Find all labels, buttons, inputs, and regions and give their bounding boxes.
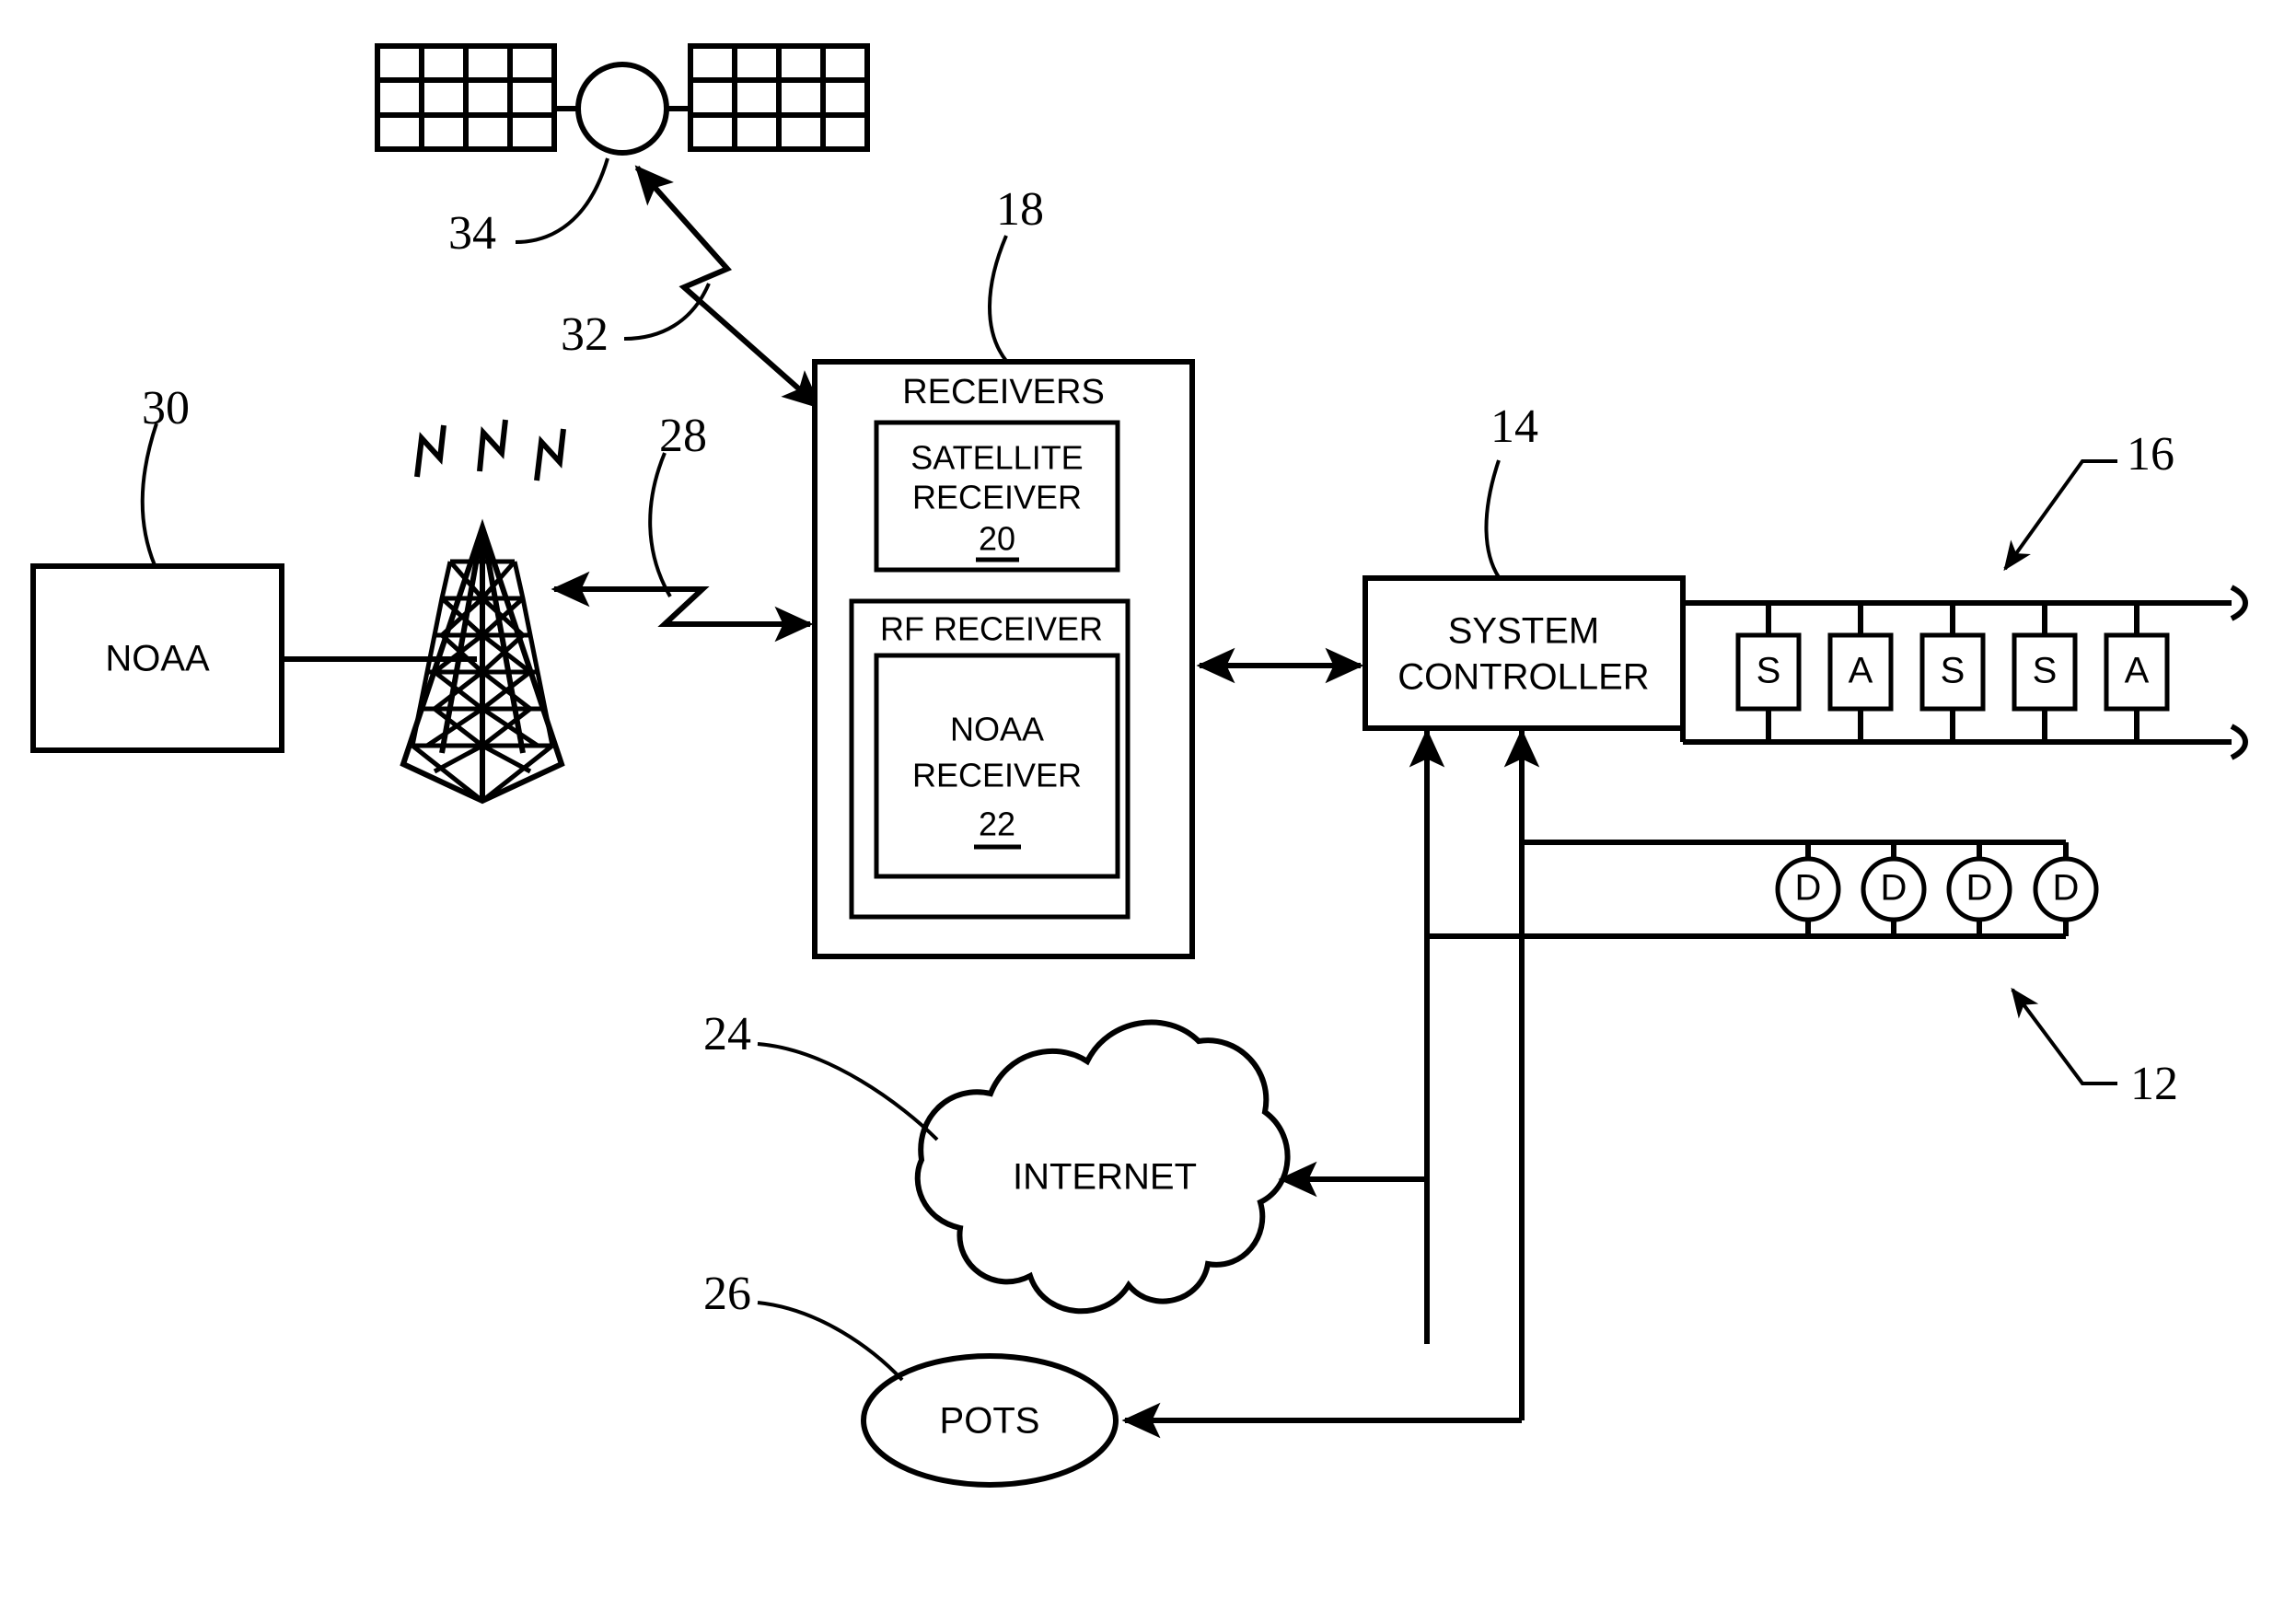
satellite-receiver-ref: 20 xyxy=(979,520,1015,558)
satellite-receiver-label-line1: SATELLITE xyxy=(910,439,1083,477)
device-node-badge: D xyxy=(1966,868,1993,909)
internet-cloud-block: INTERNET xyxy=(914,1019,1291,1315)
pots-label: POTS xyxy=(940,1401,1040,1442)
wave-mark-right-icon xyxy=(534,428,566,481)
device-node: D xyxy=(1861,842,1927,936)
satellite-solar-panel-right xyxy=(688,43,870,152)
system-controller-label-line2: CONTROLLER xyxy=(1397,657,1649,698)
satellite-link-32 xyxy=(634,165,822,410)
ref-number-30: 30 xyxy=(142,382,190,435)
ref-number-28: 28 xyxy=(659,410,707,462)
noaa-source-block: NOAA xyxy=(30,563,284,753)
satellite-receiver-label-line2: RECEIVER xyxy=(912,479,1082,516)
device-node: D xyxy=(1775,842,1841,936)
receivers-block: RECEIVERS SATELLITE RECEIVER 20 RF RECEI… xyxy=(812,359,1195,959)
ref-leader-16-group: 16 xyxy=(2003,428,2174,572)
bus-node: S xyxy=(1919,603,1986,742)
bus-node: A xyxy=(1827,603,1894,742)
device-node-badge: D xyxy=(1795,868,1822,909)
rf-receiver-label: RF RECEIVER xyxy=(880,610,1103,648)
noaa-receiver-label-line1: NOAA xyxy=(950,711,1044,748)
receivers-label: RECEIVERS xyxy=(902,373,1105,411)
device-node: D xyxy=(1946,842,2012,936)
sensor-actuator-bus: S A S S A xyxy=(1680,585,2248,760)
patent-figure: 34 32 NOAA 30 28 RECEIVERS SATELLITE REC… xyxy=(0,0,2296,1599)
rf-receiver-block: RF RECEIVER NOAA RECEIVER 22 xyxy=(849,598,1131,920)
noaa-receiver-block: NOAA RECEIVER 22 xyxy=(874,653,1120,879)
wave-mark-top-icon xyxy=(477,419,508,472)
bus-node-badge: A xyxy=(2125,651,2150,691)
ref-number-18: 18 xyxy=(996,183,1044,236)
ref-number-32: 32 xyxy=(561,308,609,361)
system-controller-label-line1: SYSTEM xyxy=(1448,611,1599,652)
ref-number-34: 34 xyxy=(448,207,496,260)
satellite-body-icon xyxy=(575,62,669,156)
device-node-badge: D xyxy=(1881,868,1908,909)
ref-leader-18 xyxy=(988,235,1008,363)
ref-number-16: 16 xyxy=(2127,428,2174,481)
controller-to-internet-arrow xyxy=(1278,1161,1430,1344)
system-controller-block: SYSTEM CONTROLLER xyxy=(1363,575,1686,731)
pots-block: POTS xyxy=(861,1353,1119,1488)
ref-number-26: 26 xyxy=(703,1268,751,1320)
antenna-tower-icon xyxy=(400,419,566,805)
bus-node-badge: S xyxy=(2033,651,2058,691)
broadcast-link-28 xyxy=(551,571,814,643)
satellite-solar-panel-left xyxy=(375,43,557,152)
bus-node-badge: S xyxy=(1941,651,1966,691)
bus-break-mark-bottom-icon xyxy=(2230,724,2248,760)
internet-label: INTERNET xyxy=(1013,1157,1197,1198)
ref-leader-32 xyxy=(623,283,711,341)
ref-number-14: 14 xyxy=(1490,400,1538,453)
ref-leader-34 xyxy=(515,157,609,244)
bus-break-mark-top-icon xyxy=(2230,585,2248,621)
device-bus: D D D D xyxy=(1424,728,2099,939)
ref-leader-30 xyxy=(140,423,158,566)
ref-number-12: 12 xyxy=(2130,1058,2178,1110)
device-node: D xyxy=(2033,842,2099,936)
ref-leader-28 xyxy=(648,452,672,598)
wave-mark-left-icon xyxy=(414,424,446,478)
bus-node-badge: A xyxy=(1849,651,1873,691)
bus-node: S xyxy=(1735,603,1802,742)
ref-leader-14 xyxy=(1484,459,1501,579)
device-node-badge: D xyxy=(2053,868,2080,909)
bus-node-badge: S xyxy=(1757,651,1781,691)
ref-number-24: 24 xyxy=(703,1008,751,1060)
block-diagram-canvas: 34 32 NOAA 30 28 RECEIVERS SATELLITE REC… xyxy=(30,43,2248,1488)
noaa-receiver-ref: 22 xyxy=(979,805,1015,843)
ref-leader-26 xyxy=(757,1301,904,1382)
noaa-source-label: NOAA xyxy=(105,639,210,679)
ref-leader-12-group: 12 xyxy=(2011,987,2178,1110)
ref-leader-24 xyxy=(757,1042,939,1141)
satellite-receiver-block: SATELLITE RECEIVER 20 xyxy=(874,420,1120,573)
satellite-group xyxy=(375,43,870,156)
noaa-receiver-label-line2: RECEIVER xyxy=(912,757,1082,794)
bus-node: A xyxy=(2104,603,2170,742)
bus-node: S xyxy=(2012,603,2078,742)
